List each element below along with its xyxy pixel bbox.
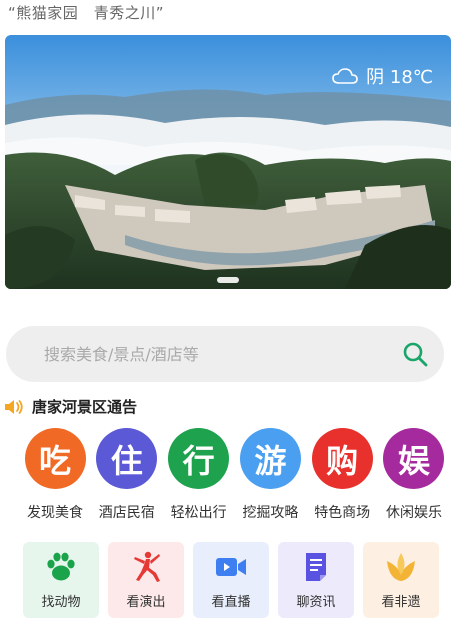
tile-label: 看直播 (211, 594, 251, 610)
entertainment-icon: 娱 (383, 428, 445, 489)
search-bar[interactable] (6, 326, 444, 382)
paw-icon (47, 552, 75, 580)
search-icon[interactable] (402, 341, 428, 367)
tile-live[interactable]: 看直播 (193, 542, 269, 618)
travel-icon: 行 (168, 428, 230, 489)
lotus-icon (387, 552, 415, 581)
notice-bar[interactable]: 唐家河景区通告 (4, 396, 137, 417)
tile-heritage[interactable]: 看非遗 (363, 542, 439, 618)
tile-news[interactable]: 聊资讯 (278, 542, 354, 618)
food-icon: 吃 (24, 428, 86, 489)
document-icon (306, 552, 326, 581)
dancer-icon (134, 551, 160, 582)
cloud-icon (332, 68, 358, 84)
notice-text: 唐家河景区通告 (32, 398, 138, 416)
category-hotel[interactable]: 住 酒店民宿 (94, 428, 160, 522)
category-label: 发现美食 (27, 505, 83, 521)
category-label: 挖掘攻略 (242, 505, 299, 521)
tile-performances[interactable]: 看演出 (108, 542, 184, 618)
hotel-icon: 住 (96, 428, 158, 489)
category-label: 特色商场 (314, 505, 371, 521)
category-entertainment[interactable]: 娱 休闲娱乐 (381, 428, 447, 522)
tile-label: 聊资讯 (296, 594, 336, 610)
speaker-icon (5, 399, 23, 414)
category-row: 吃 发现美食 住 酒店民宿 行 轻松出行 游 挖掘攻略 购 特色商场 娱 休闲娱… (22, 428, 447, 522)
banner-carousel[interactable]: 阴 18℃ (5, 35, 451, 289)
weather-widget: 阴 18℃ (332, 63, 433, 89)
guide-icon: 游 (239, 428, 301, 489)
feature-tiles: 找动物 看演出 看直播 聊资讯 看非遗 (23, 542, 439, 618)
tile-find-animals[interactable]: 找动物 (23, 542, 99, 618)
search-input[interactable] (44, 344, 402, 364)
slogan-text: “熊猫家园 青秀之川” (8, 4, 165, 22)
category-label: 轻松出行 (170, 505, 227, 521)
shopping-icon: 购 (311, 428, 373, 489)
category-food[interactable]: 吃 发现美食 (22, 428, 88, 522)
tile-label: 看非遗 (381, 594, 421, 610)
category-guide[interactable]: 游 挖掘攻略 (237, 428, 303, 522)
weather-text: 阴 18℃ (366, 67, 433, 88)
category-shopping[interactable]: 购 特色商场 (309, 428, 375, 522)
category-label: 休闲娱乐 (385, 505, 442, 521)
video-camera-icon (216, 557, 246, 576)
category-travel[interactable]: 行 轻松出行 (166, 428, 232, 522)
category-label: 酒店民宿 (98, 505, 155, 521)
tile-label: 看演出 (126, 594, 166, 610)
carousel-indicator[interactable] (217, 277, 239, 283)
tile-label: 找动物 (41, 594, 81, 610)
